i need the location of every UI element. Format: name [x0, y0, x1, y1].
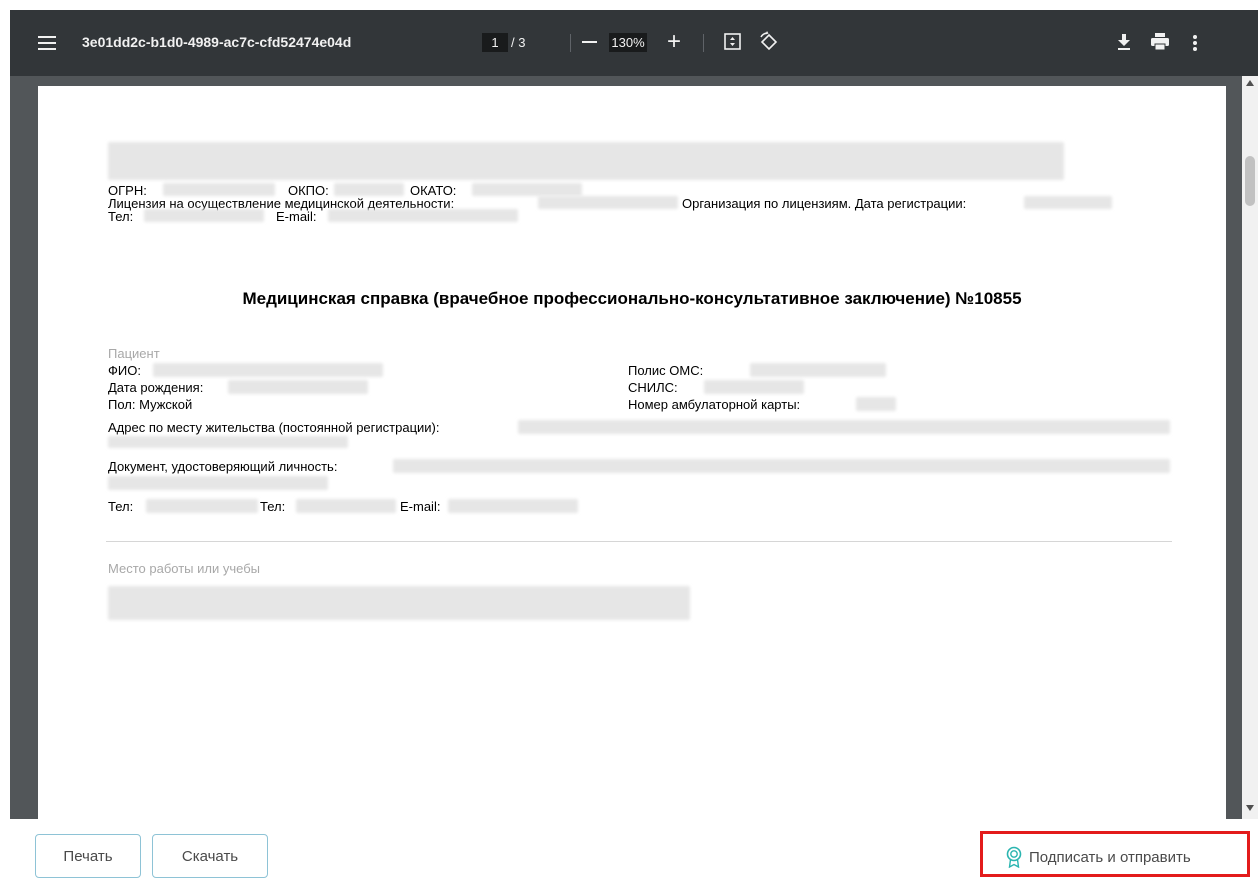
pdf-viewer: 3e01dd2c-b1d0-4989-ac7c-cfd52474e04d 1 /…	[10, 10, 1258, 819]
redacted-value	[472, 183, 582, 196]
fio-label: ФИО:	[108, 363, 141, 378]
certificate-icon	[1006, 846, 1022, 868]
redacted-value	[108, 436, 348, 448]
scroll-thumb[interactable]	[1245, 156, 1255, 206]
oms-label: Полис ОМС:	[628, 363, 704, 378]
org-phone-label: Тел:	[108, 209, 134, 224]
redacted-value	[228, 380, 368, 394]
print-icon[interactable]	[1150, 33, 1170, 51]
redacted-value	[296, 499, 396, 513]
redacted-value	[750, 363, 886, 377]
patient-phone-label: Тел:	[108, 499, 134, 514]
zoom-in-icon[interactable]: +	[667, 28, 681, 56]
page-total: / 3	[511, 35, 526, 50]
fit-page-icon[interactable]	[724, 33, 741, 50]
sign-and-send-label: Подписать и отправить	[1029, 848, 1191, 866]
card-label: Номер амбулаторной карты:	[628, 397, 801, 412]
page-number-input[interactable]: 1	[482, 33, 508, 52]
redacted-value	[448, 499, 578, 513]
id-document-label: Документ, удостоверяющий личность:	[108, 459, 338, 474]
redacted-value	[144, 209, 264, 222]
dob-label: Дата рождения:	[108, 380, 204, 395]
zoom-level-input[interactable]: 130%	[609, 33, 647, 52]
pdf-toolbar: 3e01dd2c-b1d0-4989-ac7c-cfd52474e04d 1 /…	[10, 10, 1258, 76]
address-label: Адрес по месту жительства (постоянной ре…	[108, 420, 440, 435]
redacted-value	[334, 183, 404, 196]
toolbar-divider	[703, 34, 704, 52]
redacted-org-name	[108, 142, 1064, 180]
pdf-page: ОГРН: ОКПО: ОКАТО: Лицензия на осуществл…	[38, 86, 1226, 819]
section-divider	[106, 541, 1172, 542]
scroll-up-arrow-icon[interactable]	[1246, 80, 1254, 86]
redacted-value	[146, 499, 258, 513]
vertical-scrollbar[interactable]	[1242, 76, 1258, 819]
org-email-label: E-mail:	[276, 209, 317, 224]
menu-icon[interactable]	[38, 35, 58, 51]
license-org-label: Организация по лицензиям. Дата регистрац…	[682, 196, 967, 211]
redacted-value	[163, 183, 275, 196]
rotate-icon[interactable]	[758, 31, 780, 53]
redacted-value	[393, 459, 1170, 473]
redacted-value	[153, 363, 383, 377]
redacted-value	[856, 397, 896, 411]
document-heading: Медицинская справка (врачебное профессио…	[242, 289, 1022, 308]
redacted-value	[328, 209, 518, 222]
zoom-out-icon[interactable]	[582, 41, 597, 43]
more-vert-icon[interactable]	[1192, 34, 1198, 52]
download-button[interactable]: Скачать	[152, 834, 268, 878]
print-button[interactable]: Печать	[35, 834, 141, 878]
download-icon[interactable]	[1116, 32, 1132, 52]
document-title: 3e01dd2c-b1d0-4989-ac7c-cfd52474e04d	[82, 34, 352, 50]
scroll-down-arrow-icon[interactable]	[1246, 805, 1254, 811]
work-section-title: Место работы или учебы	[108, 561, 260, 576]
redacted-value	[518, 420, 1170, 434]
redacted-value	[704, 380, 804, 394]
toolbar-divider	[570, 34, 571, 52]
snils-label: СНИЛС:	[628, 380, 678, 395]
redacted-value	[1024, 196, 1112, 209]
patient-email-label: E-mail:	[400, 499, 441, 514]
patient-phone2-label: Тел:	[260, 499, 286, 514]
redacted-value	[538, 196, 678, 209]
sign-and-send-button[interactable]: Подписать и отправить	[1005, 846, 1191, 868]
redacted-workplace	[108, 586, 690, 620]
sex-field: Пол: Мужской	[108, 397, 193, 412]
patient-section-title: Пациент	[108, 346, 160, 361]
redacted-value	[108, 476, 328, 490]
